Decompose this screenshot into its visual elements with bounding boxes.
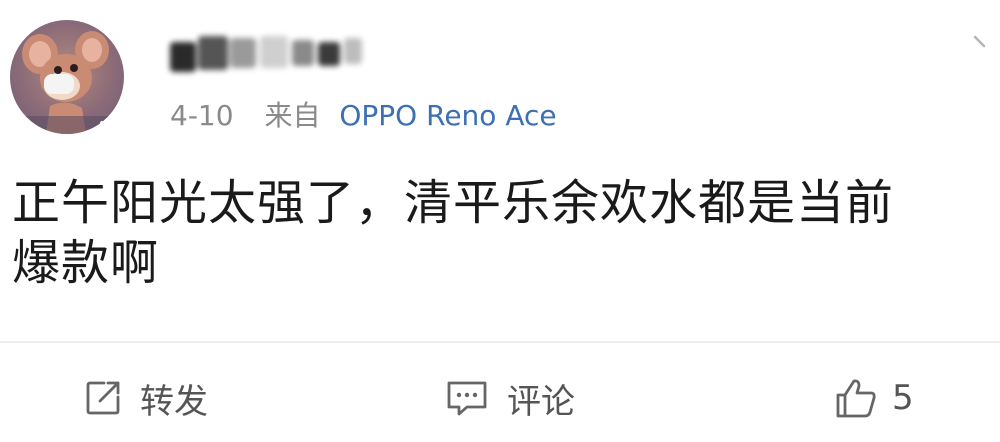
post-date: 4-10 <box>170 99 234 132</box>
cartoon-mouse-icon <box>10 31 124 134</box>
post-content: 正午阳光太强了，清平乐余欢水都是当前 爆款啊 <box>12 173 1000 313</box>
verified-badge-icon <box>96 117 124 134</box>
share-icon <box>84 379 122 417</box>
device-link[interactable]: OPPO Reno Ace <box>339 99 556 132</box>
like-count: 5 <box>892 378 914 418</box>
like-button[interactable]: 5 <box>834 372 914 424</box>
username-pixelated[interactable] <box>168 28 368 76</box>
avatar[interactable] <box>10 20 124 134</box>
divider <box>0 341 1000 343</box>
source-label: 来自 <box>264 99 321 132</box>
chevron-down-icon[interactable] <box>972 34 988 54</box>
content-line: 正午阳光太强了，清平乐余欢水都是当前 <box>12 175 895 231</box>
comment-button[interactable]: 评论 <box>445 372 575 424</box>
forward-button[interactable]: 转发 <box>84 372 208 424</box>
comment-icon <box>445 379 489 417</box>
comment-label: 评论 <box>507 381 575 422</box>
post-meta: 4-10 来自 OPPO Reno Ace <box>170 98 557 134</box>
thumbs-up-icon <box>834 377 878 419</box>
forward-label: 转发 <box>140 381 208 422</box>
content-line: 爆款啊 <box>12 235 160 291</box>
weibo-post: 4-10 来自 OPPO Reno Ace 正午阳光太强了，清平乐余欢水都是当前… <box>0 0 1000 442</box>
